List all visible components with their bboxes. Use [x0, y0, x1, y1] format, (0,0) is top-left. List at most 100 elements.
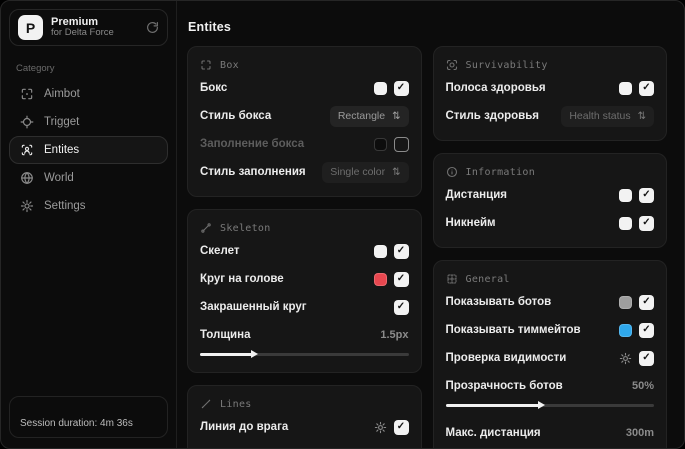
checkbox[interactable]	[393, 271, 409, 287]
section-title: Box	[220, 59, 239, 71]
setting-label: Линия до врага	[200, 421, 289, 433]
setting-row: Показывать тиммейтов	[445, 319, 654, 341]
setting-label: Круг на голове	[200, 273, 284, 285]
checkbox[interactable]	[393, 80, 409, 96]
color-swatch[interactable]	[619, 295, 632, 309]
unfold-icon	[392, 110, 400, 122]
section-title: Information	[465, 166, 536, 178]
setting-row: Проверка видимости	[445, 347, 654, 369]
section-information: Information Дистанция Никнейм	[432, 153, 667, 248]
color-swatch[interactable]	[373, 81, 387, 95]
slider-track	[200, 353, 409, 356]
setting-label: Закрашенный круг	[200, 301, 307, 313]
max-distance-slider[interactable]	[446, 447, 655, 448]
brand-subtitle: for Delta Force	[51, 27, 114, 39]
slider-thumb[interactable]	[538, 401, 546, 409]
dropdown-value: Health status	[569, 110, 631, 122]
gear-icon[interactable]	[374, 421, 387, 434]
section-title: Survivability	[465, 59, 548, 71]
color-swatch[interactable]	[619, 188, 632, 202]
slider-value: 50%	[631, 380, 654, 392]
checkbox[interactable]	[639, 215, 654, 231]
dropdown-value: Rectangle	[337, 110, 386, 122]
slider-track	[445, 404, 654, 407]
bot-opacity-slider[interactable]	[445, 400, 654, 410]
checkbox[interactable]	[393, 447, 409, 448]
color-swatch[interactable]	[373, 137, 387, 151]
color-swatch[interactable]	[619, 81, 632, 95]
section-title: Skeleton	[220, 222, 271, 234]
box-frame-icon	[200, 59, 212, 71]
box-style-dropdown[interactable]: Rectangle	[329, 105, 409, 127]
unfold-icon	[392, 166, 400, 178]
setting-row: Линия взгляда	[200, 444, 409, 448]
checkbox[interactable]	[639, 294, 654, 310]
setting-label: Показывать ботов	[445, 296, 552, 308]
health-style-dropdown[interactable]: Health status	[561, 105, 654, 127]
line-icon	[200, 398, 212, 410]
section-general: General Показывать ботов Показывать тимм…	[432, 260, 667, 448]
setting-row: Толщина 1.5px	[200, 324, 409, 346]
sync-icon[interactable]	[146, 21, 159, 34]
app-window: P Premium for Delta Force Category Aimbo…	[0, 0, 685, 449]
slider-thumb[interactable]	[251, 350, 259, 358]
gear-icon[interactable]	[619, 352, 632, 365]
setting-label: Прозрачность ботов	[445, 380, 563, 392]
setting-row: Скелет	[200, 240, 409, 262]
setting-label: Никнейм	[445, 217, 496, 229]
section-title: Lines	[220, 398, 252, 410]
setting-row: Линия до врага	[200, 416, 409, 438]
checkbox[interactable]	[393, 419, 409, 435]
section-title: General	[465, 273, 510, 285]
sidebar-item-aimbot[interactable]: Aimbot	[9, 80, 168, 108]
setting-label: Бокс	[200, 82, 228, 94]
dropdown-value: Single color	[330, 166, 386, 178]
sidebar-item-label: Settings	[44, 200, 86, 212]
slider-value: 300m	[625, 427, 654, 439]
color-swatch[interactable]	[373, 272, 387, 286]
checkbox[interactable]	[393, 136, 409, 152]
fill-style-dropdown[interactable]: Single color	[322, 161, 409, 183]
sidebar-item-world[interactable]: World	[9, 164, 168, 192]
slider-value: 1.5px	[380, 329, 409, 341]
setting-row: Полоса здоровья	[446, 77, 654, 99]
setting-row: Круг на голове	[200, 268, 409, 290]
color-swatch[interactable]	[373, 244, 387, 258]
setting-label: Дистанция	[445, 189, 507, 201]
setting-label: Проверка видимости	[445, 352, 567, 364]
section-skeleton: Skeleton Скелет Круг на голове	[187, 209, 422, 373]
checkbox[interactable]	[639, 187, 654, 203]
section-survivability: Survivability Полоса здоровья Стиль здор…	[432, 46, 667, 141]
main-panel: Entites Box Бокс ✓ Стиль бокса Rectangle…	[177, 1, 684, 448]
unfold-icon	[638, 110, 646, 122]
sidebar-item-settings[interactable]: Settings	[9, 192, 168, 220]
setting-row: Стиль здоровья Health status	[446, 105, 654, 127]
color-swatch[interactable]	[619, 323, 632, 337]
sidebar-item-entites[interactable]: Entites	[9, 136, 168, 164]
premium-logo: P	[18, 15, 43, 40]
checkbox[interactable]	[393, 299, 409, 315]
slider-fill	[445, 404, 542, 407]
slider-fill	[200, 353, 255, 356]
color-swatch[interactable]	[619, 216, 632, 230]
setting-row: Заполнение бокса	[200, 133, 409, 155]
session-duration: Session duration: 4m 36s	[9, 396, 168, 438]
category-label: Category	[16, 63, 55, 74]
sidebar-item-label: Trigget	[44, 116, 80, 128]
setting-label: Стиль заполнения	[200, 166, 306, 178]
setting-row: Закрашенный круг	[200, 296, 409, 318]
sidebar-nav: Aimbot Trigget Entites World Settings	[9, 80, 168, 220]
setting-label: Показывать тиммейтов	[445, 324, 581, 336]
checkbox[interactable]	[393, 243, 409, 259]
sidebar: P Premium for Delta Force Category Aimbo…	[1, 1, 177, 448]
bone-icon	[200, 222, 212, 234]
thickness-slider[interactable]	[200, 349, 409, 359]
checkbox[interactable]	[639, 322, 654, 338]
checkbox[interactable]	[639, 80, 654, 96]
checkbox[interactable]	[639, 350, 654, 366]
sidebar-item-trigget[interactable]: Trigget	[9, 108, 168, 136]
target-icon	[20, 115, 34, 129]
brand-card: P Premium for Delta Force	[9, 9, 168, 46]
section-lines: Lines Линия до врага ✓ ✓	[187, 385, 422, 448]
setting-label: Заполнение бокса	[200, 138, 305, 150]
